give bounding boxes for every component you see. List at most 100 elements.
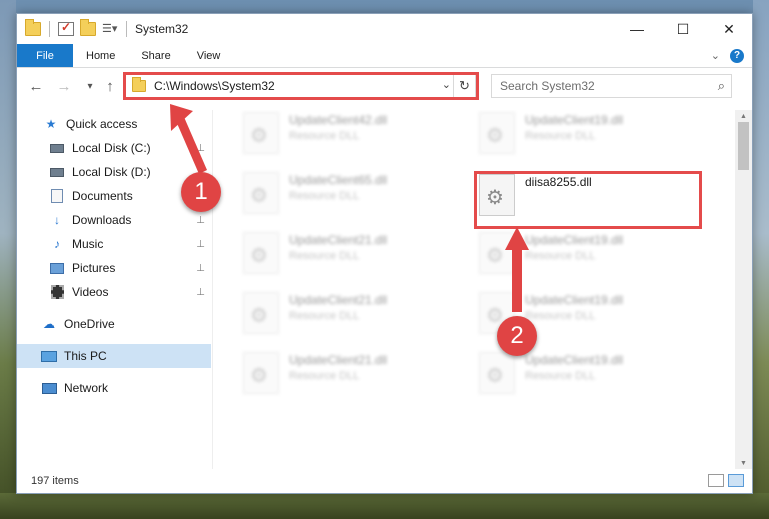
sidebar-item-label: Quick access	[66, 117, 138, 131]
file-type: Resource DLL	[289, 310, 360, 322]
sidebar-item-onedrive[interactable]: ☁ OneDrive	[17, 312, 211, 336]
sidebar-item-music[interactable]: ♪ Music ⊥	[17, 232, 211, 256]
chevron-down-icon[interactable]: ⌄	[442, 78, 451, 91]
forward-button[interactable]: →	[53, 76, 75, 96]
maximize-button[interactable]: ☐	[660, 14, 706, 44]
pin-icon[interactable]: ⊥	[196, 263, 205, 274]
desktop-background-right	[753, 0, 769, 519]
pin-icon[interactable]: ⊥	[196, 143, 205, 154]
folder-icon	[132, 77, 146, 92]
document-icon	[49, 189, 65, 203]
address-bar[interactable]: C:\Windows\System32 ⌄ ↻	[125, 74, 476, 98]
file-type: Resource DLL	[289, 130, 360, 142]
help-icon[interactable]: ?	[730, 48, 744, 63]
sidebar-item-label: OneDrive	[64, 317, 115, 331]
minimize-button[interactable]: —	[614, 14, 660, 44]
view-switcher	[708, 474, 744, 487]
details-view-icon[interactable]	[708, 474, 724, 487]
file-item[interactable]: UpdateClient21.dll Resource DLL	[243, 352, 473, 404]
sidebar-item-label: Local Disk (D:)	[72, 165, 151, 179]
pin-icon[interactable]: ⊥	[196, 215, 205, 226]
file-name: UpdateClient21.dll	[289, 233, 388, 247]
sidebar-item-local-disk-c[interactable]: Local Disk (C:) ⊥	[17, 136, 211, 160]
step-1-badge: 1	[181, 172, 221, 212]
file-item[interactable]: UpdateClient21.dll Resource DLL	[243, 292, 473, 344]
sidebar-item-pictures[interactable]: Pictures ⊥	[17, 256, 211, 280]
sidebar-item-quick-access[interactable]: ★ Quick access	[17, 112, 211, 136]
dll-file-icon	[243, 172, 279, 214]
window-controls: — ☐ ✕	[614, 14, 752, 44]
pin-icon[interactable]: ⊥	[196, 239, 205, 250]
address-path[interactable]: C:\Windows\System32	[154, 79, 275, 93]
ribbon-right-controls: ⌄ ?	[711, 44, 752, 67]
file-type: Resource DLL	[289, 190, 360, 202]
file-item[interactable]: UpdateClient42.dll Resource DLL	[243, 112, 473, 164]
star-icon: ★	[45, 117, 57, 131]
file-list: UpdateClient42.dll Resource DLL UpdateCli…	[223, 110, 732, 469]
sidebar-item-downloads[interactable]: ↓ Downloads ⊥	[17, 208, 211, 232]
sidebar-item-label: Music	[72, 237, 104, 251]
customize-toolbar-icon[interactable]: ☰▾	[102, 22, 118, 36]
video-icon	[49, 285, 65, 299]
close-button[interactable]: ✕	[706, 14, 752, 44]
window-title: System32	[135, 22, 189, 36]
dll-file-icon	[479, 232, 515, 274]
sidebar-item-this-pc[interactable]: This PC	[17, 344, 211, 368]
file-name: UpdateClient19.dll	[525, 293, 624, 307]
file-type: Resource DLL	[289, 370, 360, 382]
title-bar: ☰▾ System32 — ☐ ✕	[17, 14, 752, 44]
expand-ribbon-icon[interactable]: ⌄	[711, 49, 720, 62]
music-icon: ♪	[54, 237, 60, 251]
sidebar-item-local-disk-d[interactable]: Local Disk (D:) ⊥	[17, 160, 211, 184]
refresh-button[interactable]: ↻	[453, 75, 475, 97]
dll-file-icon	[243, 352, 279, 394]
computer-icon	[41, 349, 57, 363]
sidebar-item-videos[interactable]: Videos ⊥	[17, 280, 211, 304]
sidebar-item-network[interactable]: Network	[17, 376, 211, 400]
file-name: UpdateClient42.dll	[289, 113, 388, 127]
up-button[interactable]: ↑	[99, 76, 121, 96]
file-item[interactable]: UpdateClient21.dll Resource DLL	[243, 232, 473, 284]
dll-file-icon	[479, 352, 515, 394]
file-type: Resource DLL	[525, 310, 596, 322]
desktop-background-left	[0, 0, 16, 519]
dll-file-icon	[243, 292, 279, 334]
tab-share[interactable]: Share	[128, 44, 183, 67]
recent-locations-button[interactable]: ▾	[79, 76, 101, 96]
navigation-bar: ← → ▾ ↑ C:\Windows\System32 ⌄ ↻ Search S…	[17, 72, 752, 100]
toolbar-divider	[126, 21, 127, 37]
sidebar-item-label: Local Disk (C:)	[72, 141, 151, 155]
new-folder-icon[interactable]	[80, 19, 96, 36]
large-icons-view-icon[interactable]	[728, 474, 744, 487]
step-2-badge: 2	[497, 316, 537, 356]
desktop-background-bottom	[0, 493, 769, 519]
tab-view[interactable]: View	[184, 44, 234, 67]
cloud-icon: ☁	[43, 317, 55, 331]
dll-file-icon	[243, 112, 279, 154]
scroll-thumb[interactable]	[738, 122, 749, 170]
scroll-up-icon[interactable]: ▲	[735, 110, 752, 122]
vertical-scrollbar[interactable]: ▲ ▼	[735, 110, 752, 469]
file-item[interactable]: UpdateClient65.dll Resource DLL	[243, 172, 473, 224]
file-item[interactable]: UpdateClient19.dll Resource DLL	[479, 352, 709, 404]
file-item[interactable]: UpdateClient19.dll Resource DLL	[479, 112, 709, 164]
sidebar-item-label: Documents	[72, 189, 133, 203]
file-name: UpdateClient19.dll	[525, 233, 624, 247]
scroll-down-icon[interactable]: ▼	[735, 457, 752, 469]
sidebar-item-label: Network	[64, 381, 109, 395]
file-item[interactable]: UpdateClient19.dll Resource DLL	[479, 232, 709, 284]
tab-file[interactable]: File	[17, 44, 73, 67]
properties-icon[interactable]	[58, 20, 74, 36]
file-item-target[interactable]: diisa8255.dll	[479, 174, 709, 226]
pictures-icon	[49, 261, 65, 275]
back-button[interactable]: ←	[25, 76, 47, 96]
file-explorer-window: ☰▾ System32 — ☐ ✕ File Home Share View ⌄…	[16, 13, 753, 494]
search-input[interactable]: Search System32 ⌕	[491, 74, 732, 98]
drive-icon	[49, 141, 65, 155]
pin-icon[interactable]: ⊥	[196, 287, 205, 298]
search-icon[interactable]: ⌕	[718, 78, 725, 94]
sidebar-item-label: Videos	[72, 285, 109, 299]
tab-home[interactable]: Home	[73, 44, 128, 67]
dll-file-icon	[479, 174, 515, 216]
file-name: UpdateClient65.dll	[289, 173, 388, 187]
